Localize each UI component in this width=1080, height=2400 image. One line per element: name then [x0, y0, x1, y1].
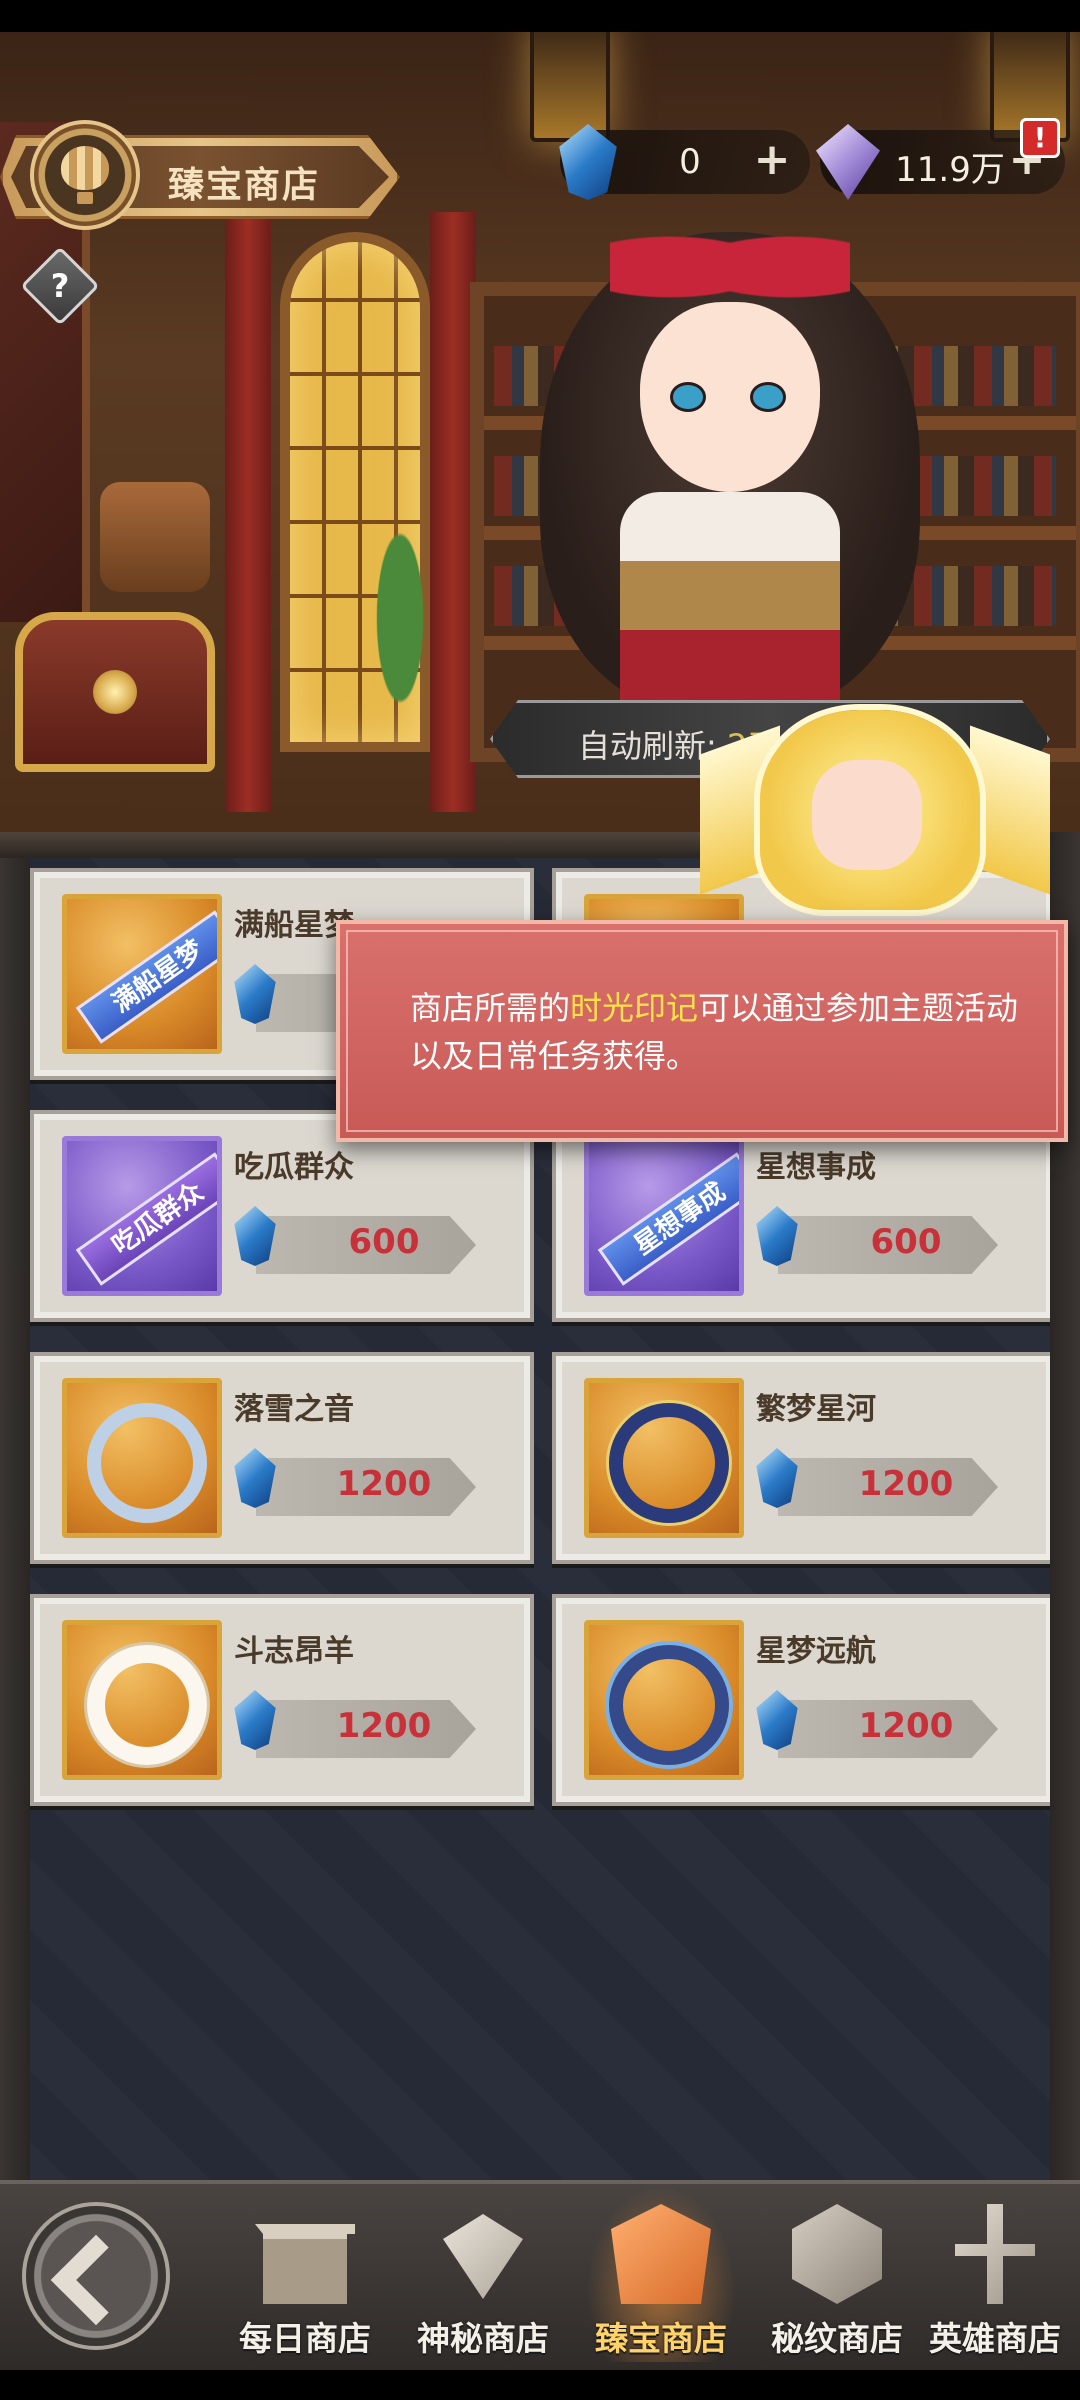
- alert-badge[interactable]: !: [1020, 118, 1060, 158]
- wool-frame-icon: [87, 1645, 207, 1765]
- shop-item-card[interactable]: 繁梦星河 1200: [552, 1352, 1056, 1564]
- gift-box-icon: [255, 2224, 355, 2304]
- page-title: 臻宝商店: [168, 165, 321, 206]
- nameplate-ribbon: 满船星梦: [75, 910, 217, 1044]
- currency-time-mark: 0 +: [559, 124, 810, 200]
- shopkeeper-character[interactable]: [500, 192, 960, 722]
- currency-value: 11.9万: [895, 150, 1005, 190]
- nameplate-ribbon: 星想事成: [597, 1152, 739, 1286]
- item-thumbnail: 星想事成: [584, 1136, 744, 1296]
- hot-air-balloon-icon: [61, 146, 109, 204]
- snow-frame-icon: [87, 1403, 207, 1523]
- tip-text: 商店所需的时光印记可以通过参加主题活动以及日常任务获得。: [410, 989, 1019, 1075]
- back-button[interactable]: [22, 2202, 170, 2350]
- red-pillar: [225, 212, 271, 812]
- item-price: 600: [870, 1222, 942, 1262]
- tip-dialog[interactable]: 商店所需的时光印记可以通过参加主题活动以及日常任务获得。: [336, 920, 1068, 1142]
- tab-label: 英雄商店: [929, 2319, 1061, 2358]
- lantern-icon: [530, 32, 610, 142]
- item-thumbnail: [62, 1378, 222, 1538]
- back-arrow-icon: [50, 2234, 142, 2326]
- question-icon: ?: [50, 267, 70, 305]
- item-name: 星梦远航: [756, 1634, 876, 1669]
- shop-emblem: [30, 120, 140, 230]
- voyage-frame-icon: [609, 1645, 729, 1765]
- item-name: 繁梦星河: [756, 1392, 876, 1427]
- tab-label: 臻宝商店: [595, 2319, 727, 2358]
- item-price: 1200: [336, 1464, 432, 1504]
- item-name: 落雪之音: [234, 1392, 354, 1427]
- hanging-bag: [100, 482, 210, 592]
- status-bar: [0, 0, 1080, 32]
- treasure-chest: [15, 612, 215, 772]
- item-name: 斗志昂羊: [234, 1634, 354, 1669]
- tab-label: 每日商店: [239, 2319, 371, 2358]
- chest-emblem-icon: [93, 670, 137, 714]
- item-thumbnail: [584, 1378, 744, 1538]
- tab-label: 秘纹商店: [771, 2319, 903, 2358]
- tab-treasure-shop[interactable]: 臻宝商店: [576, 2186, 746, 2364]
- currency-value: 0: [679, 142, 701, 182]
- tip-highlight: 时光印记: [570, 989, 699, 1027]
- hex-emblem-icon: [792, 2204, 882, 2304]
- shop-item-card[interactable]: 星梦远航 1200: [552, 1594, 1056, 1806]
- tab-rune-shop[interactable]: 秘纹商店: [752, 2194, 922, 2364]
- item-thumbnail: [584, 1620, 744, 1780]
- item-price: 600: [348, 1222, 420, 1262]
- tab-hero-shop[interactable]: 英雄商店: [910, 2194, 1080, 2364]
- guide-mascot: [700, 700, 1050, 930]
- tab-mystery-shop[interactable]: 神秘商店: [398, 2194, 568, 2364]
- bottom-nav: 每日商店 神秘商店 臻宝商店 秘纹商店 英雄商店: [0, 2180, 1080, 2370]
- sword-icon: [955, 2204, 1035, 2304]
- item-name: 星想事成: [756, 1150, 876, 1185]
- tab-label: 神秘商店: [417, 2319, 549, 2358]
- item-thumbnail: 满船星梦: [62, 894, 222, 1054]
- nameplate-ribbon: 吃瓜群众: [75, 1152, 217, 1286]
- shop-item-card[interactable]: 落雪之音 1200: [30, 1352, 534, 1564]
- item-price: 1200: [336, 1706, 432, 1746]
- tab-daily-shop[interactable]: 每日商店: [220, 2194, 390, 2364]
- system-nav-bar: [0, 2370, 1080, 2400]
- item-thumbnail: 吃瓜群众: [62, 1136, 222, 1296]
- crest-icon: [611, 2204, 711, 2304]
- add-currency-button[interactable]: +: [752, 138, 792, 182]
- shop-item-card[interactable]: 斗志昂羊 1200: [30, 1594, 534, 1806]
- item-name: 吃瓜群众: [234, 1150, 354, 1185]
- item-thumbnail: [62, 1620, 222, 1780]
- item-price: 1200: [858, 1464, 954, 1504]
- starry-frame-icon: [609, 1403, 729, 1523]
- diamond-stand-icon: [443, 2214, 523, 2299]
- potted-plant: [360, 522, 440, 762]
- item-price: 1200: [858, 1706, 954, 1746]
